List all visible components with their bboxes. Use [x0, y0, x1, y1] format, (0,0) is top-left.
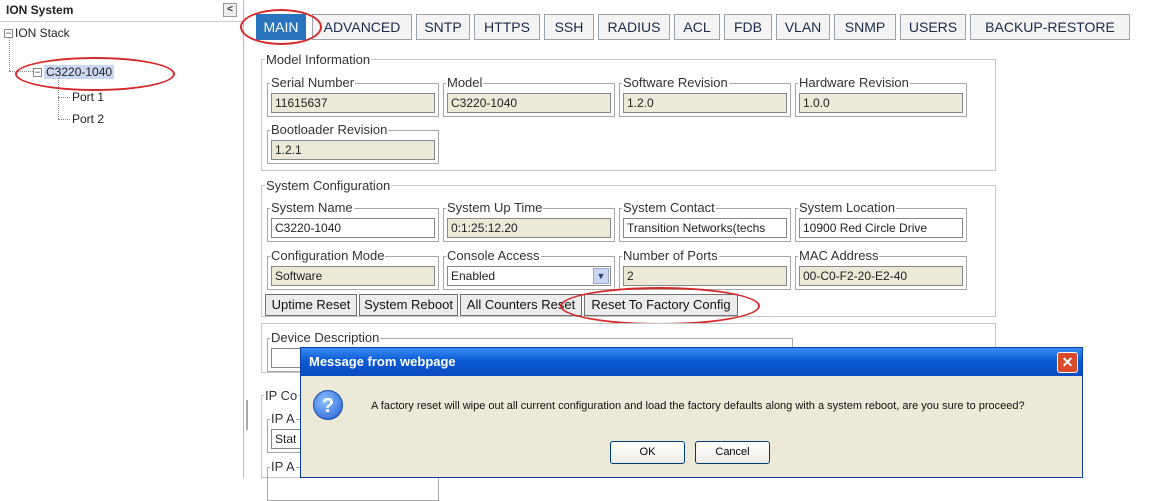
model-field: Model C3220-1040: [443, 75, 615, 117]
tree-node-port[interactable]: Port 2: [72, 112, 104, 126]
system-up-time-field: System Up Time 0:1:25:12.20: [443, 200, 615, 242]
collapse-panel-button[interactable]: <: [223, 3, 237, 17]
ip-configuration-title: IP Co: [264, 388, 299, 403]
mac-address-field: MAC Address 00-C0-F2-20-E2-40: [795, 248, 967, 290]
tab-fdb[interactable]: FDB: [724, 14, 772, 40]
field-label: System Name: [270, 200, 354, 215]
tab-vlan[interactable]: VLAN: [776, 14, 830, 40]
uptime-reset-button[interactable]: Uptime Reset: [265, 294, 357, 316]
model-value[interactable]: C3220-1040: [447, 93, 611, 113]
tree-node-label: C3220-1040: [44, 65, 115, 79]
software-revision-value[interactable]: 1.2.0: [623, 93, 787, 113]
tree-connector: [58, 119, 70, 120]
tab-bar: MAIN ADVANCED SNTP HTTPS SSH RADIUS ACL …: [254, 12, 1154, 40]
number-of-ports-value[interactable]: 2: [623, 266, 787, 286]
hardware-revision-field: Hardware Revision 1.0.0: [795, 75, 967, 117]
reset-to-factory-config-button[interactable]: Reset To Factory Config: [584, 294, 738, 316]
field-label: Device Description: [270, 330, 381, 345]
tree-node-ion-stack[interactable]: − ION Stack: [4, 26, 70, 40]
system-up-time-value[interactable]: 0:1:25:12.20: [447, 218, 611, 238]
tab-ssh[interactable]: SSH: [544, 14, 594, 40]
field-label: IP A: [270, 459, 296, 474]
all-counters-reset-button[interactable]: All Counters Reset: [460, 294, 582, 316]
field-label: Software Revision: [622, 75, 729, 90]
serial-number-field: Serial Number 11615637: [267, 75, 439, 117]
field-label: Serial Number: [270, 75, 356, 90]
model-information-title: Model Information: [265, 52, 372, 67]
splitter-grip-icon[interactable]: [246, 400, 248, 430]
console-access-field: Console Access Enabled ▼: [443, 248, 615, 290]
cancel-button[interactable]: Cancel: [695, 441, 770, 464]
number-of-ports-field: Number of Ports 2: [619, 248, 791, 290]
tab-acl[interactable]: ACL: [674, 14, 720, 40]
field-label: Hardware Revision: [798, 75, 910, 90]
system-contact-input[interactable]: Transition Networks(techs: [623, 218, 787, 238]
system-name-field: System Name C3220-1040: [267, 200, 439, 242]
tree-node-port[interactable]: Port 1: [72, 90, 104, 104]
field-label: MAC Address: [798, 248, 880, 263]
system-name-input[interactable]: C3220-1040: [271, 218, 435, 238]
tree-panel-header: ION System <: [0, 0, 243, 22]
configuration-mode-value[interactable]: Software: [271, 266, 435, 286]
question-icon: ?: [313, 390, 343, 420]
dialog-title-bar[interactable]: Message from webpage: [301, 348, 1082, 376]
field-label: Configuration Mode: [270, 248, 386, 263]
system-location-field: System Location 10900 Red Circle Drive: [795, 200, 967, 242]
panel-splitter[interactable]: [244, 0, 250, 478]
tree-connector: [58, 97, 70, 98]
field-label: Console Access: [446, 248, 541, 263]
field-label: System Location: [798, 200, 897, 215]
tab-radius[interactable]: RADIUS: [598, 14, 670, 40]
field-label: Number of Ports: [622, 248, 719, 263]
mac-address-value[interactable]: 00-C0-F2-20-E2-40: [799, 266, 963, 286]
tab-https[interactable]: HTTPS: [474, 14, 540, 40]
field-label: IP A: [270, 411, 296, 426]
configuration-mode-field: Configuration Mode Software: [267, 248, 439, 290]
serial-number-value[interactable]: 11615637: [271, 93, 435, 113]
tree-node-device[interactable]: − C3220-1040: [33, 65, 115, 79]
tree-connector: [9, 71, 33, 72]
field-label: System Contact: [622, 200, 716, 215]
tab-backup-restore[interactable]: BACKUP-RESTORE: [970, 14, 1130, 40]
tree-connector: [9, 37, 10, 71]
console-access-select[interactable]: Enabled ▼: [447, 266, 611, 286]
ok-button[interactable]: OK: [610, 441, 685, 464]
close-icon[interactable]: ✕: [1057, 352, 1078, 373]
bootloader-revision-field: Bootloader Revision 1.2.1: [267, 122, 439, 164]
system-location-input[interactable]: 10900 Red Circle Drive: [799, 218, 963, 238]
navigation-tree-panel: ION System < − ION Stack − C3220-1040 Port…: [0, 0, 244, 478]
tab-users[interactable]: USERS: [900, 14, 966, 40]
tab-sntp[interactable]: SNTP: [416, 14, 470, 40]
system-contact-field: System Contact Transition Networks(techs: [619, 200, 791, 242]
software-revision-field: Software Revision 1.2.0: [619, 75, 791, 117]
tree-panel-title: ION System: [6, 3, 74, 17]
system-configuration-title: System Configuration: [265, 178, 392, 193]
dialog-message: A factory reset will wipe out all curren…: [371, 400, 1025, 412]
field-label: System Up Time: [446, 200, 544, 215]
field-label: Model: [446, 75, 484, 90]
dialog-title: Message from webpage: [309, 354, 456, 369]
tree-node-label: ION Stack: [15, 26, 70, 40]
field-label: Bootloader Revision: [270, 122, 389, 137]
chevron-down-icon[interactable]: ▼: [593, 268, 609, 284]
system-reboot-button[interactable]: System Reboot: [359, 294, 458, 316]
collapse-node-icon[interactable]: −: [33, 68, 42, 78]
confirm-dialog: Message from webpage ✕ ? A factory reset…: [300, 347, 1083, 478]
tree-connector: [58, 78, 59, 119]
tab-main[interactable]: MAIN: [256, 14, 306, 40]
bootloader-revision-value[interactable]: 1.2.1: [271, 140, 435, 160]
tab-advanced[interactable]: ADVANCED: [312, 14, 412, 40]
console-access-selected: Enabled: [451, 269, 496, 283]
hardware-revision-value[interactable]: 1.0.0: [799, 93, 963, 113]
tab-snmp[interactable]: SNMP: [834, 14, 896, 40]
